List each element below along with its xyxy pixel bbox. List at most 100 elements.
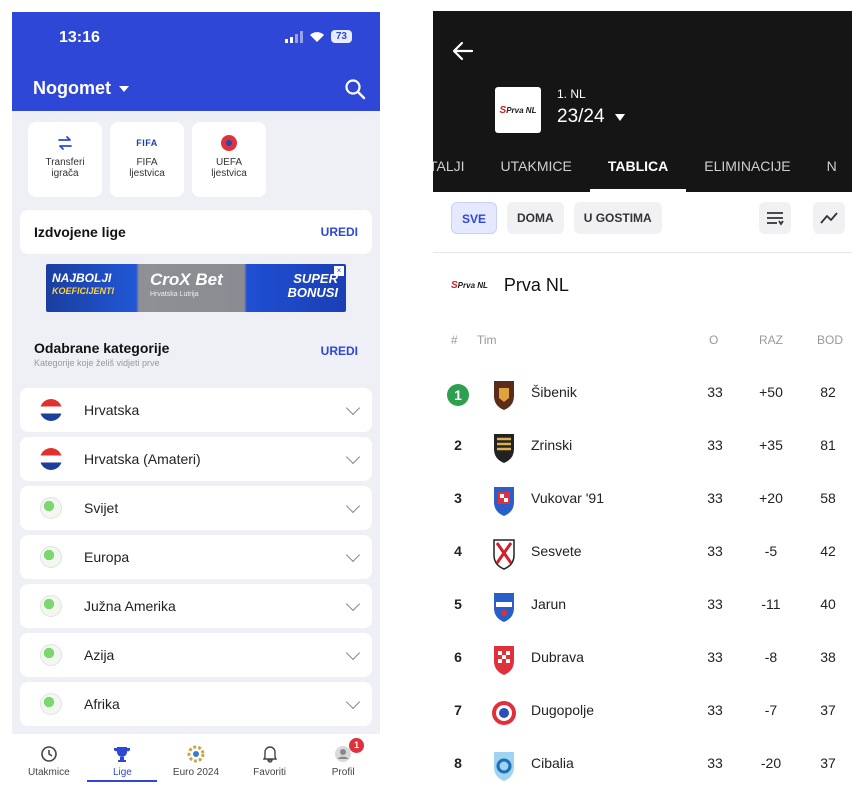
position-number: 6 bbox=[454, 649, 462, 665]
table-header: # Tim O RAZ BOD bbox=[433, 333, 852, 353]
ad-bonus-line1: SUPER bbox=[293, 271, 338, 286]
position-number: 5 bbox=[454, 596, 462, 612]
category-item-europa[interactable]: Europa bbox=[20, 535, 372, 579]
chevron-down-icon bbox=[345, 498, 361, 513]
nav-euro-2024[interactable]: Euro 2024 bbox=[161, 744, 231, 794]
chevron-down-icon bbox=[345, 547, 361, 562]
table-row[interactable]: 2 Zrinski 33 +35 81 bbox=[433, 425, 852, 478]
filter-u-gostima[interactable]: U GOSTIMA bbox=[573, 202, 662, 234]
leagues-screen: 13:16 73 Nogomet Transferi igrača FIFA F… bbox=[12, 12, 380, 794]
table-filters: SVE DOMA U GOSTIMA bbox=[451, 202, 662, 234]
asia-map-icon bbox=[40, 644, 62, 666]
table-row[interactable]: 8 Cibalia 33 -20 37 bbox=[433, 743, 852, 794]
tab-tablica[interactable]: TABLICA bbox=[589, 155, 687, 192]
team-crest-icon bbox=[494, 593, 514, 622]
filter-doma[interactable]: DOMA bbox=[507, 202, 564, 234]
trend-line-icon bbox=[820, 212, 838, 224]
table-row[interactable]: 1 Šibenik 33 +50 82 bbox=[433, 372, 852, 425]
category-item-afrika[interactable]: Afrika bbox=[20, 682, 372, 726]
team-name: Jarun bbox=[531, 596, 567, 612]
featured-leagues-card: Izdvojene lige UREDI bbox=[20, 210, 372, 254]
tab-next[interactable]: N bbox=[809, 155, 852, 192]
goal-diff-value: -8 bbox=[764, 649, 778, 665]
croatia-flag-icon bbox=[40, 399, 62, 421]
team-crest-icon bbox=[494, 487, 514, 516]
categories-subtitle: Kategorije koje želiš vidjeti prve bbox=[34, 358, 160, 368]
shortcut-row: Transferi igrača FIFA FIFA ljestvica UEF… bbox=[28, 122, 266, 197]
table-row[interactable]: 3 Vukovar '91 33 +20 58 bbox=[433, 478, 852, 531]
category-item-svijet[interactable]: Svijet bbox=[20, 486, 372, 530]
categories-edit-link[interactable]: UREDI bbox=[321, 344, 358, 358]
chevron-down-icon bbox=[345, 400, 361, 415]
battery-indicator: 73 bbox=[330, 30, 352, 43]
shortcut-label: igrača bbox=[51, 168, 79, 179]
table-row[interactable]: 5 Jarun 33 -11 40 bbox=[433, 584, 852, 637]
header-points: BOD bbox=[817, 333, 844, 347]
team-crest-icon bbox=[494, 752, 514, 781]
position-number: 8 bbox=[454, 755, 462, 771]
shortcut-fifa-ranking[interactable]: FIFA FIFA ljestvica bbox=[110, 122, 184, 197]
globe-icon bbox=[40, 497, 62, 519]
competition-row: SPrva NL Prva NL bbox=[451, 275, 569, 296]
played-value: 33 bbox=[707, 596, 723, 612]
chevron-down-icon bbox=[345, 449, 361, 464]
ad-subheadline: KOEFICIJENTI bbox=[52, 286, 115, 296]
divider bbox=[433, 252, 852, 253]
position-badge: 1 bbox=[447, 384, 469, 406]
nav-lige[interactable]: Lige bbox=[87, 744, 158, 794]
team-name: Šibenik bbox=[531, 384, 577, 400]
form-chart-button[interactable] bbox=[813, 202, 845, 234]
sport-selector[interactable]: Nogomet bbox=[33, 78, 129, 99]
table-row[interactable]: 6 Dubrava 33 -8 38 bbox=[433, 637, 852, 690]
europe-map-icon bbox=[40, 546, 62, 568]
ad-right-text: SUPER BONUSI bbox=[287, 272, 338, 300]
goal-diff-value: -5 bbox=[764, 543, 778, 559]
nav-label: Lige bbox=[87, 767, 158, 782]
shortcut-uefa-ranking[interactable]: UEFA ljestvica bbox=[192, 122, 266, 197]
team-name: Sesvete bbox=[531, 543, 582, 559]
back-arrow-icon[interactable] bbox=[450, 38, 476, 64]
team-crest-icon bbox=[494, 434, 514, 463]
featured-leagues-title: Izdvojene lige bbox=[34, 224, 126, 240]
list-filter-button[interactable] bbox=[759, 202, 791, 234]
clock-icon bbox=[40, 746, 57, 762]
filter-list-icon bbox=[767, 212, 784, 226]
points-value: 37 bbox=[820, 702, 836, 718]
nav-profil[interactable]: 1 Profil bbox=[308, 738, 378, 794]
nav-utakmice[interactable]: Utakmice bbox=[14, 744, 84, 794]
ad-close-icon[interactable]: × bbox=[334, 266, 344, 276]
category-label: Hrvatska (Amateri) bbox=[84, 451, 201, 467]
header-goal-diff: RAZ bbox=[759, 333, 783, 347]
league-tabs: TALJI UTAKMICE TABLICA ELIMINACIJE N bbox=[433, 155, 852, 192]
search-icon[interactable] bbox=[344, 78, 366, 100]
team-crest-icon bbox=[494, 381, 514, 410]
bottom-navigation: Utakmice Lige Euro 2024 Favoriti 1 Profi… bbox=[12, 734, 380, 794]
category-item-hrvatska[interactable]: Hrvatska bbox=[20, 388, 372, 432]
category-item-hrvatska-amateri[interactable]: Hrvatska (Amateri) bbox=[20, 437, 372, 481]
euro-2024-icon bbox=[187, 745, 205, 763]
shortcut-label: ljestvica bbox=[129, 168, 165, 179]
tab-utakmice[interactable]: UTAKMICE bbox=[483, 155, 590, 192]
position-number: 2 bbox=[454, 437, 462, 453]
played-value: 33 bbox=[707, 384, 723, 400]
nav-favoriti[interactable]: Favoriti bbox=[235, 744, 305, 794]
league-short-name: 1. NL bbox=[557, 87, 586, 101]
category-label: Azija bbox=[84, 647, 115, 663]
season-selector[interactable]: 23/24 bbox=[557, 106, 625, 128]
table-row[interactable]: 4 Sesvete 33 -5 42 bbox=[433, 531, 852, 584]
tab-detalji[interactable]: TALJI bbox=[433, 155, 483, 192]
position-number: 7 bbox=[454, 702, 462, 718]
table-row[interactable]: 7 Dugopolje 33 -7 37 bbox=[433, 690, 852, 743]
tab-eliminacije[interactable]: ELIMINACIJE bbox=[686, 155, 808, 192]
ad-banner[interactable]: NAJBOLJI KOEFICIJENTI CroX Bet Hrvatska … bbox=[46, 264, 346, 312]
featured-edit-link[interactable]: UREDI bbox=[321, 225, 358, 239]
ad-headline: NAJBOLJI bbox=[52, 271, 112, 285]
filter-sve[interactable]: SVE bbox=[451, 202, 498, 234]
shortcut-transfers[interactable]: Transferi igrača bbox=[28, 122, 102, 197]
category-item-azija[interactable]: Azija bbox=[20, 633, 372, 677]
position-number: 4 bbox=[454, 543, 462, 559]
team-name: Zrinski bbox=[531, 437, 573, 453]
played-value: 33 bbox=[707, 543, 723, 559]
category-item-juzna-amerika[interactable]: Južna Amerika bbox=[20, 584, 372, 628]
ad-left-text: NAJBOLJI KOEFICIJENTI bbox=[52, 272, 114, 298]
